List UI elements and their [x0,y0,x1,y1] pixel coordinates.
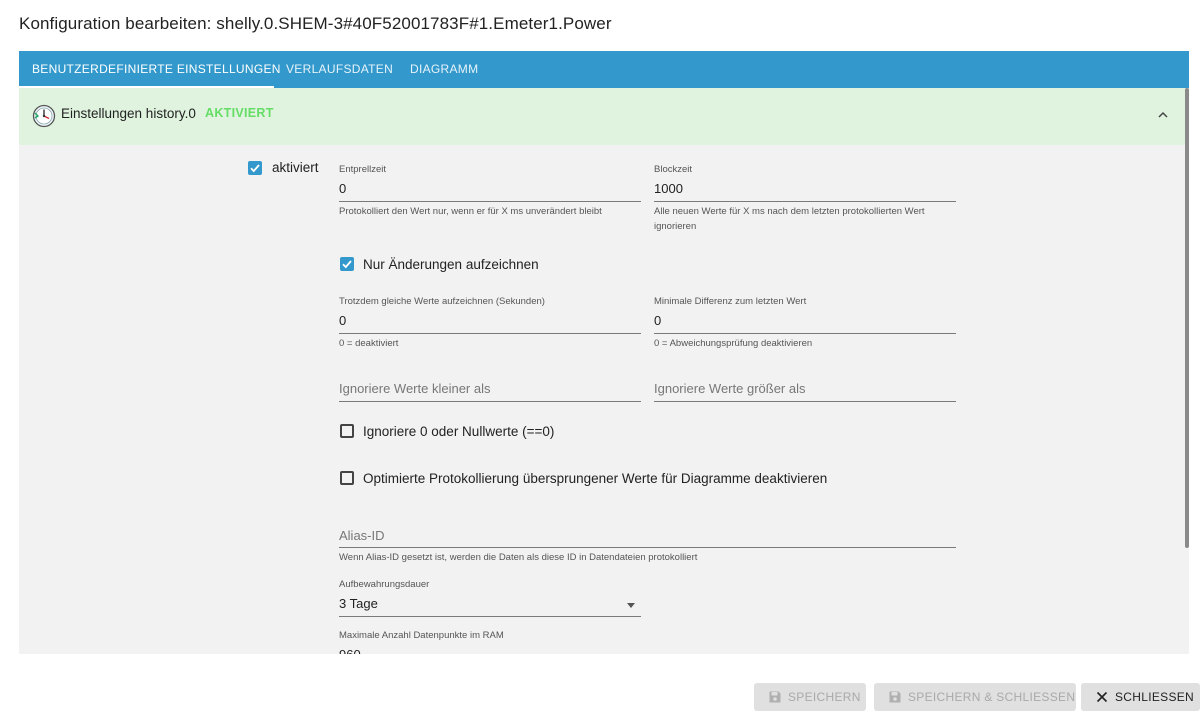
tab-bar: BENUTZERDEFINIERTE EINSTELLUNGEN VERLAUF… [19,51,1189,88]
retention-underline [339,616,641,617]
blocktime-help-2: ignorieren [654,221,697,232]
save-button-label: SPEICHERN [788,690,861,704]
min-diff-label: Minimale Differenz zum letzten Wert [654,296,807,307]
ignore-below-field[interactable]: Ignoriere Werte kleiner als [339,380,641,404]
close-icon [1095,690,1109,704]
min-diff-field[interactable]: Minimale Differenz zum letzten Wert 0 0 … [654,296,956,356]
enabled-checkbox[interactable] [248,161,262,175]
tab-diagram[interactable]: DIAGRAMM [410,51,478,88]
enabled-label: aktiviert [272,160,319,175]
blocktime-field[interactable]: Blockzeit 1000 Alle neuen Werte für X ms… [654,164,956,234]
alias-underline [339,547,956,548]
dialog-footer: SPEICHERN SPEICHERN & SCHLIESSEN SCHLIES… [0,654,1200,711]
max-points-label: Maximale Anzahl Datenpunkte im RAM [339,630,504,641]
close-button-label: SCHLIESSEN [1115,690,1195,704]
debounce-input[interactable]: 0 [339,181,346,196]
blocktime-input[interactable]: 1000 [654,181,683,196]
retention-label: Aufbewahrungsdauer [339,579,430,590]
ignore-below-underline [339,401,641,402]
change-interval-field[interactable]: Trotzdem gleiche Werte aufzeichnen (Seku… [339,296,641,356]
changes-only-checkbox[interactable] [340,257,354,271]
alias-input[interactable]: Alias-ID [339,528,385,543]
status-badge: AKTIVIERT [205,106,274,120]
section-title: Einstellungen history.0 [61,106,196,121]
change-interval-label: Trotzdem gleiche Werte aufzeichnen (Seku… [339,296,545,307]
tab-custom-settings[interactable]: BENUTZERDEFINIERTE EINSTELLUNGEN [32,51,281,88]
min-diff-help: 0 = Abweichungsprüfung deaktivieren [654,338,813,349]
config-dialog: Konfiguration bearbeiten: shelly.0.SHEM-… [0,0,1200,711]
blocktime-underline [654,201,956,202]
settings-content: Einstellungen history.0 AKTIVIERT aktivi… [19,88,1189,654]
change-interval-help: 0 = deaktiviert [339,338,399,349]
debounce-label: Entprellzeit [339,164,386,175]
retention-value[interactable]: 3 Tage [339,596,378,611]
close-button[interactable]: SCHLIESSEN [1081,683,1200,711]
alias-field[interactable]: Alias-ID Wenn Alias-ID gesetzt ist, werd… [339,527,956,567]
section-header-history[interactable]: Einstellungen history.0 AKTIVIERT [19,88,1189,145]
change-interval-input[interactable]: 0 [339,313,346,328]
debounce-underline [339,201,641,202]
retention-select[interactable]: Aufbewahrungsdauer 3 Tage [339,579,641,619]
dialog-title: Konfiguration bearbeiten: shelly.0.SHEM-… [19,14,612,33]
dropdown-arrow-icon[interactable] [627,603,635,608]
ignore-above-input[interactable]: Ignoriere Werte größer als [654,381,806,396]
disable-skipped-checkbox[interactable] [340,471,354,485]
min-diff-underline [654,333,956,334]
save-icon [888,690,902,704]
min-diff-input[interactable]: 0 [654,313,661,328]
tab-history-data[interactable]: VERLAUFSDATEN [286,51,393,88]
ignore-zero-checkbox[interactable] [340,424,354,438]
debounce-field[interactable]: Entprellzeit 0 Protokolliert den Wert nu… [339,164,641,234]
blocktime-label: Blockzeit [654,164,693,175]
ignore-above-field[interactable]: Ignoriere Werte größer als [654,380,956,404]
save-and-close-label: SPEICHERN & SCHLIESSEN [908,690,1076,704]
ignore-zero-label: Ignoriere 0 oder Nullwerte (==0) [363,424,555,439]
check-icon [250,164,260,173]
change-interval-underline [339,333,641,334]
alias-help: Wenn Alias-ID gesetzt ist, werden die Da… [339,552,698,563]
ignore-below-input[interactable]: Ignoriere Werte kleiner als [339,381,491,396]
ignore-above-underline [654,401,956,402]
content-scrollbar[interactable] [1185,88,1189,548]
check-icon [342,260,352,269]
chevron-up-icon[interactable] [1156,108,1170,122]
save-icon [768,690,782,704]
save-button[interactable]: SPEICHERN [754,683,866,711]
max-points-input[interactable]: 960 [339,647,361,654]
debounce-help: Protokolliert den Wert nur, wenn er für … [339,206,602,217]
changes-only-label: Nur Änderungen aufzeichnen [363,257,539,272]
save-and-close-button[interactable]: SPEICHERN & SCHLIESSEN [874,683,1076,711]
disable-skipped-label: Optimierte Protokollierung übersprungene… [363,471,828,486]
max-points-field[interactable]: Maximale Anzahl Datenpunkte im RAM 960 [339,630,641,654]
history-adapter-icon [32,104,56,128]
blocktime-help-1: Alle neuen Werte für X ms nach dem letzt… [654,206,925,217]
